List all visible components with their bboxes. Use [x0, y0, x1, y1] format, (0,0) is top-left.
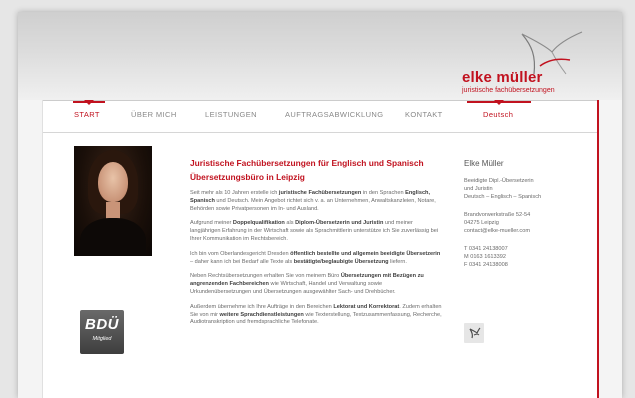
text-emphasis: weitere Sprachdienstleistungen [219, 311, 304, 318]
nav-item-auftragsabwicklung[interactable]: AUFTRAGSABWICKLUNG [285, 110, 383, 119]
portrait-photo [74, 146, 152, 256]
text-span: als [284, 220, 296, 227]
text-emphasis: öffentlich bestellte und allgemein beeid… [290, 250, 441, 257]
brand-tagline: juristische fachübersetzungen [462, 87, 555, 94]
services-paragraph: Neben Rechtsübersetzungen erhalten Sie v… [190, 273, 442, 296]
logo[interactable]: elke müller juristische fachübersetzunge… [458, 31, 598, 96]
bdu-member-badge[interactable]: BDÜ Mitglied [80, 310, 124, 354]
brand-name: elke müller [462, 69, 543, 86]
text-emphasis: Doppelqualifikation [232, 220, 285, 227]
nav-item-start[interactable]: START [74, 110, 100, 119]
text-emphasis: bestätigte/beglaubigte Übersetzung [293, 258, 389, 265]
nav-active-marker-language [494, 100, 504, 105]
sidebar-logo-box[interactable] [464, 323, 484, 343]
text-span: Ich bin vom Oberlandesgericht Dresden [190, 250, 291, 257]
nav-item-ueber-mich[interactable]: ÜBER MICH [131, 110, 177, 119]
badge-subtitle: Mitglied [92, 336, 112, 342]
portrait-body [80, 218, 146, 256]
contact-city: 04275 Leipzig [464, 220, 499, 226]
text-span: – daher kann ich bei Bedarf alle Texte a… [190, 258, 294, 265]
contact-fax: F 0341 24138008 [464, 262, 508, 268]
contact-phone: T 0341 24138007 [464, 246, 508, 252]
text-span: Außerdem übernehme ich Ihre Aufträge in … [190, 303, 334, 310]
text-span: und Deutsch. Mein Angebot richtet sich v… [190, 197, 436, 212]
text-span: Seit mehr als 10 Jahren erstelle ich [190, 190, 279, 196]
nav-item-kontakt[interactable]: KONTAKT [405, 110, 443, 119]
qualification-paragraph: Aufgrund meiner Doppelqualifikation als … [190, 220, 442, 243]
page-heading: Juristische Fachübersetzungen für Englis… [190, 158, 424, 182]
header: elke müller juristische fachübersetzunge… [18, 12, 622, 100]
text-emphasis: juristische Fachübersetzungen [278, 190, 362, 196]
certification-paragraph: Ich bin vom Oberlandesgericht Dresden öf… [190, 251, 442, 267]
contact-sidebar: Elke Müller Beeidigte Dipl.-Übersetzerin… [464, 159, 574, 343]
contact-mobile: M 0163 1613392 [464, 254, 506, 260]
text-span: liefern. [388, 258, 407, 265]
additional-services-paragraph: Außerdem übernehme ich Ihre Aufträge in … [190, 304, 442, 327]
contact-email-link[interactable]: contact@elke-mueller.com [464, 227, 574, 235]
text-emphasis: Diplom-Übersetzerin und Juristin [295, 220, 384, 227]
text-span: Neben Rechtsübersetzungen erhalten Sie v… [190, 273, 341, 280]
nav-active-marker-start [84, 100, 94, 105]
main-content: Juristische Fachübersetzungen für Englis… [190, 156, 442, 334]
page: elke müller juristische fachübersetzunge… [18, 12, 622, 398]
portrait-face [98, 162, 128, 202]
swoosh-small-icon [469, 327, 481, 339]
intro-paragraph: Seit mehr als 10 Jahren erstelle ich jur… [190, 190, 442, 213]
text-emphasis: Lektorat und Korrektorat [333, 303, 400, 310]
contact-title-line: und Juristin [464, 186, 493, 192]
contact-name: Elke Müller [464, 159, 504, 168]
nav-item-language[interactable]: Deutsch [483, 110, 513, 119]
badge-title: BDÜ [85, 316, 119, 333]
text-span: in den Sprachen [361, 190, 406, 196]
contact-street: Brandvorwerkstraße 52-54 [464, 212, 531, 218]
contact-title-line: Beeidigte Dipl.-Übersetzerin [464, 178, 534, 184]
contact-title-line: Deutsch – Englisch – Spanisch [464, 194, 542, 200]
text-span: Aufgrund meiner [190, 220, 233, 227]
nav-item-leistungen[interactable]: LEISTUNGEN [205, 110, 257, 119]
main-navigation: START ÜBER MICH LEISTUNGEN AUFTRAGSABWIC… [43, 100, 597, 133]
